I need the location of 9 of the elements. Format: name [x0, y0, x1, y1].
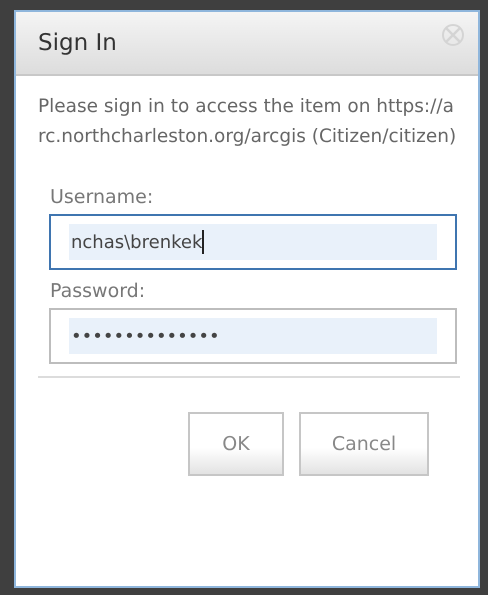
close-icon[interactable] — [440, 22, 466, 48]
cancel-button[interactable]: Cancel — [299, 412, 429, 476]
dialog-title: Sign In — [38, 30, 117, 56]
input-field[interactable]: nchas\brenkek — [49, 214, 457, 270]
ok-button[interactable]: OK — [188, 412, 284, 476]
sign-in-message: Please sign in to access the item on https://arc.northcharleston.org/arcgis (Citizen/citizen) — [38, 95, 458, 149]
input-field[interactable]: •••••••••••••• — [49, 308, 457, 364]
field-label: Username: — [50, 186, 154, 208]
field-label: Password: — [50, 280, 146, 302]
